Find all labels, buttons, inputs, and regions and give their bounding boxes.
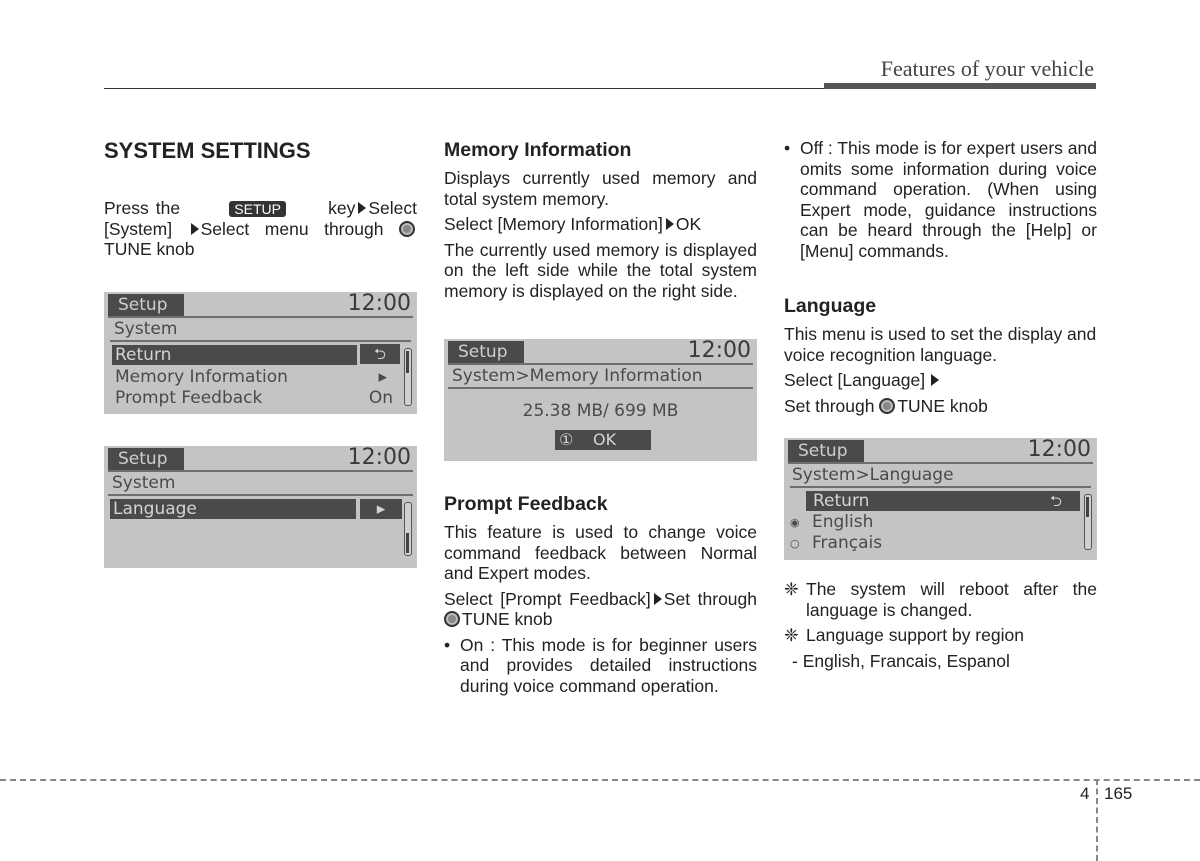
ok-button[interactable]: ① OK <box>555 430 651 450</box>
arrow-right-icon <box>931 374 940 386</box>
language-regions: - English, Francais, Espanol <box>792 650 1010 671</box>
prompt-feedback-heading: Prompt Feedback <box>444 493 608 515</box>
lcd-screen-language: Setup 12:00 System>Language Return ⮌ ◉ E… <box>784 438 1097 560</box>
scrollbar[interactable] <box>404 502 412 556</box>
bullet-on-mode: • On : This mode is for beginner users an… <box>444 634 757 696</box>
screen-subtitle: System <box>112 473 176 493</box>
menu-item-language[interactable]: Language ▸ <box>110 499 417 520</box>
footer-rule <box>0 779 1200 781</box>
screen-clock: 12:00 <box>1027 437 1091 462</box>
language-select-instruction: Select [Language] <box>784 370 1097 391</box>
header-rule <box>104 88 824 89</box>
screen-tab: Setup <box>108 448 184 470</box>
section-heading: SYSTEM SETTINGS <box>104 138 311 163</box>
page-number: 165 <box>1104 784 1133 803</box>
language-option-francais[interactable]: ○ Français <box>784 533 1097 554</box>
note-language-support: ❈ Language support by region <box>784 625 1024 645</box>
column-3: • Off : This mode is for expert users and… <box>784 138 1097 671</box>
screen-breadcrumb: System>Memory Information <box>452 366 703 386</box>
arrow-right-icon <box>653 592 662 605</box>
memory-usage-value: 25.38 MB/ 699 MB <box>522 401 679 421</box>
screen-clock: 12:00 <box>687 338 751 363</box>
lcd-screen-system-language: Setup 12:00 System Language ▸ <box>104 446 417 568</box>
screen-clock: 12:00 <box>347 291 411 316</box>
setup-instructions: Press the SETUP key Select [System] Selec… <box>104 198 417 259</box>
menu-item-return[interactable]: Return ⮌ <box>784 491 1097 512</box>
language-desc: This menu is used to set the display and… <box>784 324 1097 365</box>
tune-knob-icon <box>879 397 896 414</box>
screen-breadcrumb: System>Language <box>792 465 954 485</box>
info-icon: ① <box>559 430 574 449</box>
screen-tab: Setup <box>788 440 864 462</box>
screen-clock: 12:00 <box>347 445 411 470</box>
memory-select-instruction: Select [Memory Information] OK <box>444 214 702 234</box>
setup-key-icon: SETUP <box>229 201 286 217</box>
memory-desc: Displays currently used memory and total… <box>444 168 757 209</box>
scrollbar[interactable] <box>404 348 412 406</box>
note-mark-icon: ❈ <box>784 625 799 645</box>
radio-unselected-icon[interactable]: ○ <box>790 533 800 554</box>
scrollbar[interactable] <box>1084 494 1092 550</box>
prompt-feedback-value: On <box>368 388 393 408</box>
bullet-off-mode: • Off : This mode is for expert users and… <box>784 138 1097 261</box>
lcd-screen-system: Setup 12:00 System Return ⮌ Memory Infor… <box>104 292 417 414</box>
footer-divider <box>1096 779 1098 861</box>
arrow-right-icon <box>190 222 199 235</box>
screen-subtitle: System <box>114 319 178 339</box>
return-icon: ⮌ <box>360 344 400 364</box>
prompt-feedback-instruction: Select [Prompt Feedback] Set through TUNE… <box>444 588 757 629</box>
chevron-right-icon: ▸ <box>378 367 387 387</box>
prompt-feedback-desc: This feature is used to change voice com… <box>444 522 757 583</box>
memory-information-heading: Memory Information <box>444 139 632 161</box>
arrow-right-icon <box>665 218 674 230</box>
tune-knob-icon <box>398 220 415 237</box>
header-bar <box>824 83 1096 89</box>
screen-tab: Setup <box>448 341 524 363</box>
radio-selected-icon[interactable]: ◉ <box>790 512 800 533</box>
menu-item-memory-information[interactable]: Memory Information ▸ <box>104 367 417 388</box>
screen-tab: Setup <box>108 294 184 316</box>
column-1: SYSTEM SETTINGS Press the SETUP key Selec… <box>104 138 417 265</box>
menu-item-prompt-feedback[interactable]: Prompt Feedback On <box>104 388 417 409</box>
language-heading: Language <box>784 295 877 317</box>
return-icon: ⮌ <box>1050 492 1063 510</box>
tune-knob-icon <box>444 611 460 627</box>
lcd-screen-memory-information: Setup 12:00 System>Memory Information 25… <box>444 339 757 461</box>
section-number: 4 <box>1080 784 1090 803</box>
language-option-english[interactable]: ◉ English <box>784 512 1097 533</box>
language-tune-instruction: Set through TUNE knob <box>784 395 988 416</box>
running-header: Features of your vehicle <box>880 56 1094 81</box>
memory-explanation: The currently used memory is displayed o… <box>444 239 757 301</box>
chevron-right-icon: ▸ <box>360 499 402 519</box>
menu-item-return[interactable]: Return <box>112 345 358 366</box>
arrow-right-icon <box>358 202 367 214</box>
note-reboot: ❈ The system will reboot after the langua… <box>784 579 1097 620</box>
note-mark-icon: ❈ <box>784 579 799 599</box>
